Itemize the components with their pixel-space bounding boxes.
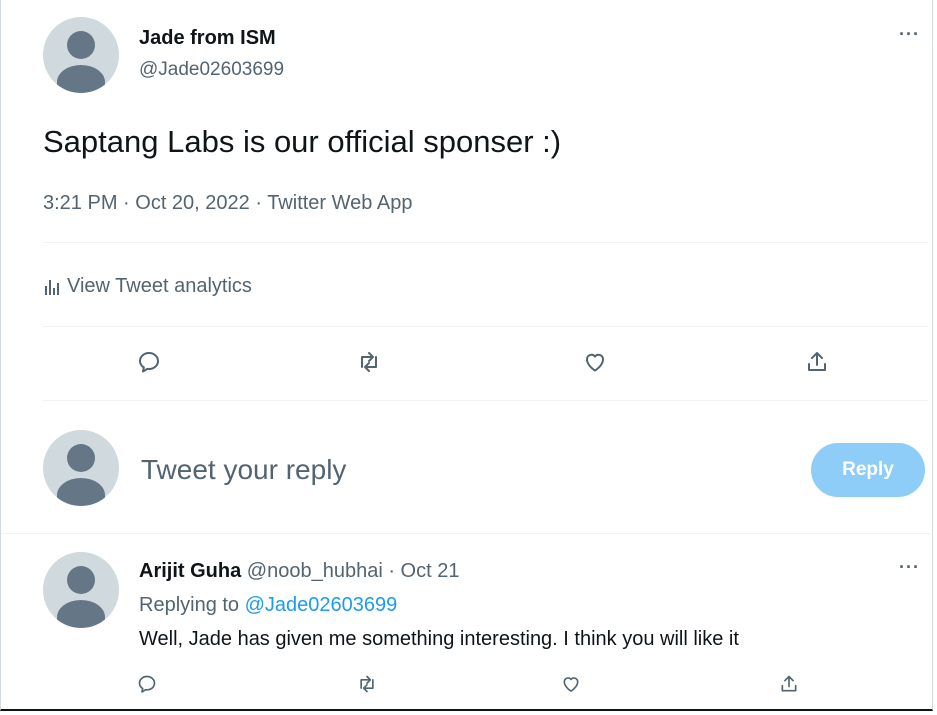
reply-date[interactable]: · Oct 21 — [388, 560, 459, 582]
current-user-avatar — [43, 430, 119, 506]
retweet-icon[interactable] — [357, 350, 381, 374]
divider — [43, 242, 928, 243]
reply-button[interactable]: Reply — [811, 443, 925, 497]
divider — [43, 326, 928, 327]
replying-to: Replying to @Jade02603699 — [139, 594, 397, 617]
reply-input[interactable]: Tweet your reply — [141, 454, 346, 486]
tweet-meta[interactable]: 3:21 PM · Oct 20, 2022 · Twitter Web App — [43, 192, 412, 215]
author-handle[interactable]: @Jade02603699 — [139, 59, 284, 81]
tweet-detail-panel: Jade from ISM @Jade02603699 ··· Saptang … — [0, 0, 934, 711]
heart-icon[interactable] — [583, 350, 607, 374]
author-avatar[interactable] — [43, 17, 119, 93]
replying-to-prefix: Replying to — [139, 594, 240, 616]
reply-icon[interactable] — [137, 674, 157, 694]
retweet-icon[interactable] — [357, 674, 377, 694]
share-icon[interactable] — [805, 350, 829, 374]
reply-more-options-icon[interactable]: ··· — [899, 557, 920, 578]
author-name[interactable]: Jade from ISM — [139, 27, 276, 50]
reply-author-name[interactable]: Arijit Guha — [139, 560, 241, 582]
analytics-label: View Tweet analytics — [67, 275, 252, 297]
reply-author-avatar[interactable] — [43, 552, 119, 628]
bar-chart-icon — [43, 278, 61, 296]
reply-icon[interactable] — [137, 350, 161, 374]
more-options-icon[interactable]: ··· — [899, 24, 920, 45]
heart-icon[interactable] — [561, 674, 581, 694]
replying-to-handle[interactable]: @Jade02603699 — [245, 594, 398, 616]
reply-text: Well, Jade has given me something intere… — [139, 628, 739, 650]
divider — [1, 533, 934, 534]
share-icon[interactable] — [779, 674, 799, 694]
tweet-text: Saptang Labs is our official sponser :) — [43, 124, 562, 159]
view-analytics-link[interactable]: View Tweet analytics — [43, 275, 252, 298]
reply-header: Arijit Guha @noob_hubhai · Oct 21 — [139, 560, 459, 583]
reply-author-handle[interactable]: @noob_hubhai — [247, 560, 383, 582]
divider — [43, 400, 928, 401]
